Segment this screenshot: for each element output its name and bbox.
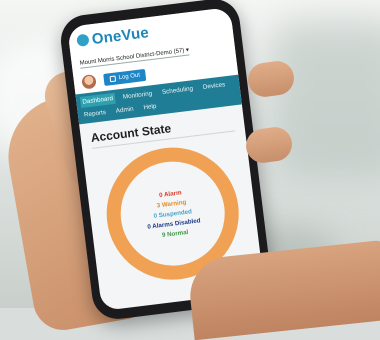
- logo-text: OneVue: [90, 23, 150, 48]
- nav-devices[interactable]: Devices: [200, 79, 228, 93]
- state-normal: 9 Normal: [161, 228, 189, 239]
- nav-reports[interactable]: Reports: [81, 107, 108, 121]
- nav-help[interactable]: Help: [141, 101, 159, 114]
- nav-dashboard[interactable]: Dashboard: [79, 92, 116, 108]
- logout-button[interactable]: Log Out: [103, 68, 147, 86]
- logo-mark-icon: [76, 33, 90, 47]
- state-warning: 3 Warning: [156, 198, 187, 209]
- onevue-logo: OneVue: [76, 24, 150, 50]
- logout-icon: [109, 75, 117, 83]
- logout-label: Log Out: [118, 72, 141, 82]
- nav-admin[interactable]: Admin: [113, 103, 136, 117]
- avatar[interactable]: [81, 74, 97, 90]
- state-alarm: 0 Alarm: [158, 188, 182, 199]
- nav-scheduling[interactable]: Scheduling: [159, 83, 195, 98]
